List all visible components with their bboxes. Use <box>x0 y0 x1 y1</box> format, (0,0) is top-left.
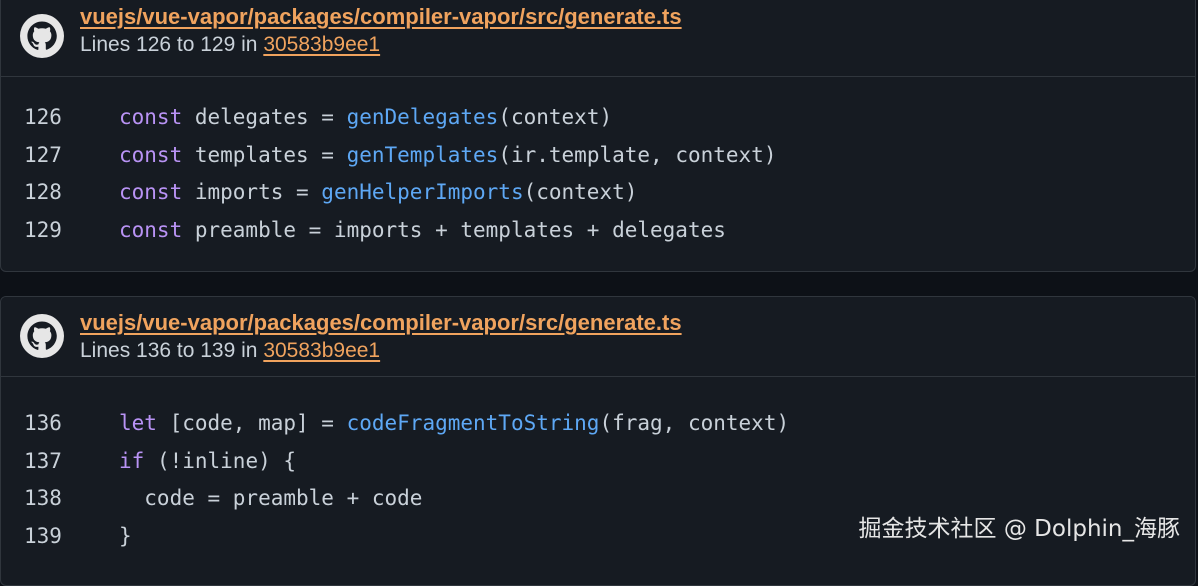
line-number[interactable]: 138 <box>24 480 62 518</box>
code-function: genTemplates <box>346 142 499 167</box>
line-number[interactable]: 128 <box>24 174 62 212</box>
line-number[interactable]: 137 <box>24 443 62 481</box>
commit-link[interactable]: 30583b9ee1 <box>263 339 380 362</box>
code-block: 126 const delegates = genDelegates(contex… <box>1 99 1195 249</box>
code-text: (frag, context) <box>599 411 790 435</box>
code-text: (context) <box>523 180 638 204</box>
code-text: imports = <box>182 180 322 204</box>
line-number[interactable]: 126 <box>24 99 62 137</box>
code-text: } <box>119 523 132 548</box>
code-function: genHelperImports <box>321 180 524 204</box>
lines-range-text: Lines 136 to 139 in <box>80 339 264 362</box>
line-code: const delegates = genDelegates(context) <box>119 99 612 137</box>
watermark: 掘金技术社区 @ Dolphin_海豚 <box>858 516 1180 542</box>
code-keyword: let <box>119 411 157 435</box>
code-keyword: const <box>119 180 183 204</box>
code-line: 129 const preamble = imports + templates … <box>1 212 1195 250</box>
code-keyword: if <box>119 448 145 473</box>
line-code: code = preamble + code <box>119 480 422 518</box>
code-keyword: const <box>119 142 183 167</box>
commit-link[interactable]: 30583b9ee1 <box>263 33 380 56</box>
code-keyword: const <box>119 105 183 129</box>
line-code: let [code, map] = codeFragmentToString(f… <box>119 405 789 443</box>
code-function: codeFragmentToString <box>346 411 600 435</box>
file-path-link[interactable]: vuejs/vue-vapor/packages/compiler-vapor/… <box>80 4 682 30</box>
line-code: const templates = genTemplates(ir.templa… <box>119 137 776 175</box>
code-text: preamble = imports + templates + delegat… <box>182 217 726 242</box>
code-line: 137 if (!inline) { <box>1 443 1195 481</box>
code-text: (!inline) { <box>144 448 297 473</box>
code-embed-card-1: vuejs/vue-vapor/packages/compiler-vapor/… <box>0 0 1196 272</box>
lines-range-text: Lines 126 to 129 in <box>80 33 264 56</box>
code-text: [code, map] = <box>156 411 347 435</box>
code-text: templates = <box>182 142 347 167</box>
code-keyword: const <box>119 217 183 242</box>
code-line: 128 const imports = genHelperImports(cont… <box>1 174 1195 212</box>
code-line: 126 const delegates = genDelegates(contex… <box>1 99 1195 137</box>
code-function: genDelegates <box>346 105 499 129</box>
github-icon[interactable] <box>19 313 65 359</box>
line-number[interactable]: 127 <box>24 137 62 175</box>
line-code: const preamble = imports + templates + d… <box>119 212 726 250</box>
code-line: 136 let [code, map] = codeFragmentToStrin… <box>1 405 1195 443</box>
code-line: 127 const templates = genTemplates(ir.tem… <box>1 137 1195 175</box>
card-header: vuejs/vue-vapor/packages/compiler-vapor/… <box>1 0 1195 77</box>
code-text: (context) <box>498 105 613 129</box>
line-code: } <box>119 518 132 556</box>
line-code: const imports = genHelperImports(context… <box>119 174 637 212</box>
code-text: delegates = <box>182 105 347 129</box>
code-text: (ir.template, context) <box>498 142 777 167</box>
lines-info: Lines 126 to 129 in 30583b9ee1 <box>80 33 380 57</box>
code-text: code = preamble + code <box>119 486 423 510</box>
github-icon[interactable] <box>19 13 65 59</box>
file-path-link[interactable]: vuejs/vue-vapor/packages/compiler-vapor/… <box>80 310 682 336</box>
line-code: if (!inline) { <box>119 443 296 481</box>
line-number[interactable]: 136 <box>24 405 62 443</box>
lines-info: Lines 136 to 139 in 30583b9ee1 <box>80 339 380 363</box>
line-number[interactable]: 129 <box>24 212 62 250</box>
line-number[interactable]: 139 <box>24 518 62 556</box>
card-header: vuejs/vue-vapor/packages/compiler-vapor/… <box>1 297 1195 377</box>
